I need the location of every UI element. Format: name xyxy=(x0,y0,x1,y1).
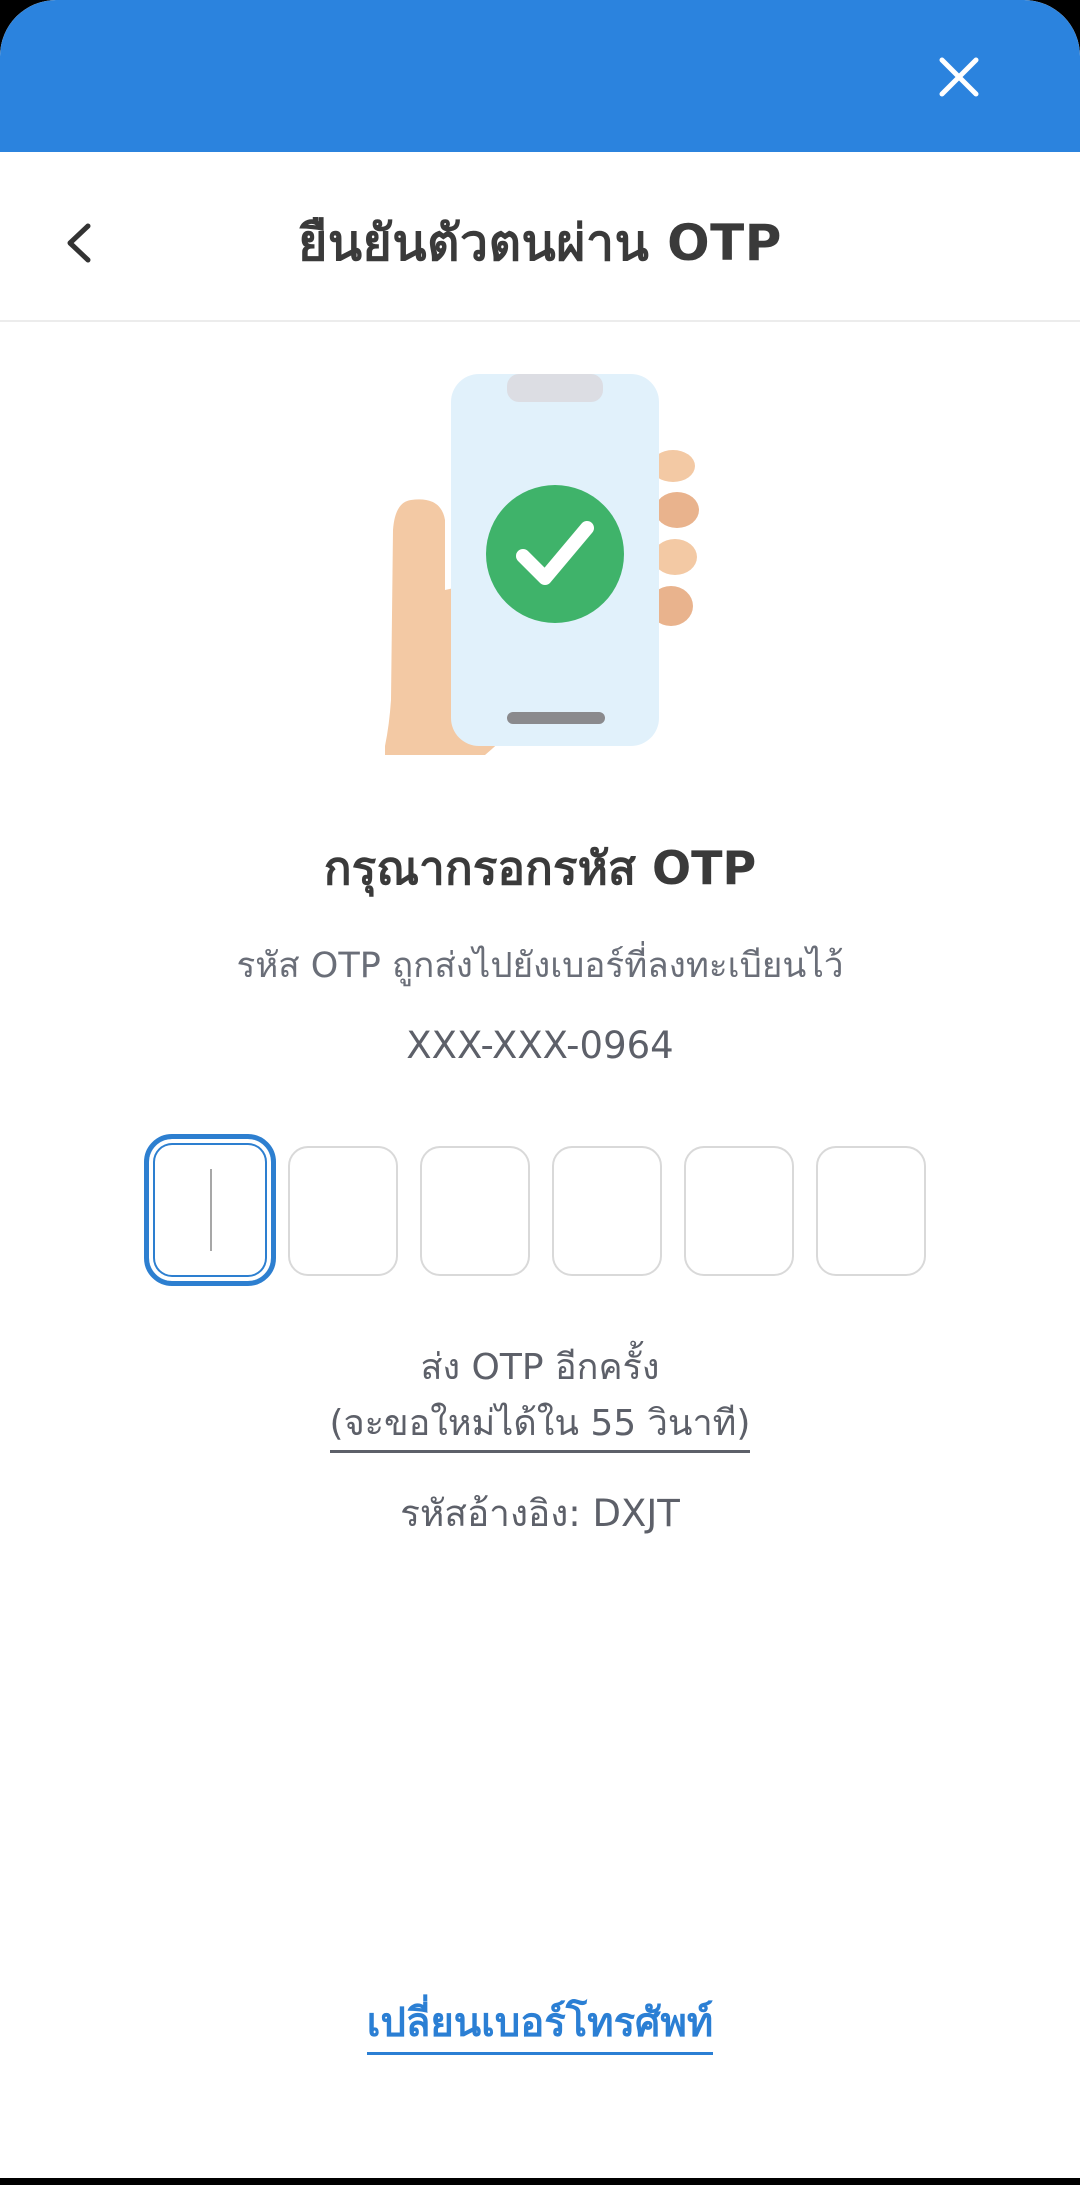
resend-countdown: (จะขอใหม่ได้ใน 55 วินาที) xyxy=(329,1398,751,1453)
page-header: ยืนยันตัวตนผ่าน OTP xyxy=(0,156,1080,322)
masked-phone-number: XXX-XXX-0964 xyxy=(406,1024,674,1067)
change-phone-link[interactable]: เปลี่ยนเบอร์โทรศัพท์ xyxy=(366,2000,714,2055)
page-title: ยืนยันตัวตนผ่าน OTP xyxy=(298,214,782,272)
resend-label: ส่ง OTP อีกครั้ง xyxy=(420,1347,660,1388)
otp-input-group xyxy=(144,1134,926,1286)
bottom-edge xyxy=(0,2178,1080,2185)
phone-check-illustration xyxy=(385,370,705,780)
otp-digit-6[interactable] xyxy=(816,1146,926,1276)
change-phone-container: เปลี่ยนเบอร์โทรศัพท์ xyxy=(0,1990,1080,2055)
otp-digit-3[interactable] xyxy=(420,1146,530,1276)
top-bar xyxy=(0,0,1080,152)
close-button[interactable] xyxy=(926,40,992,114)
text-caret xyxy=(210,1169,212,1251)
otp-sent-message: รหัส OTP ถูกส่งไปยังเบอร์ที่ลงทะเบียนไว้ xyxy=(236,946,844,986)
otp-screen: ยืนยันตัวตนผ่าน OTP กรุณากรอกรหัส OTP รห… xyxy=(0,0,1080,2185)
otp-digit-5[interactable] xyxy=(684,1146,794,1276)
resend-otp-button[interactable]: ส่ง OTP อีกครั้ง (จะขอใหม่ได้ใน 55 วินาท… xyxy=(0,1340,1080,1453)
otp-heading: กรุณากรอกรหัส OTP xyxy=(323,841,757,895)
reference-code: รหัสอ้างอิง: DXJT xyxy=(400,1492,680,1535)
otp-digit-4[interactable] xyxy=(552,1146,662,1276)
otp-digit-2[interactable] xyxy=(288,1146,398,1276)
close-icon xyxy=(939,57,979,97)
otp-digit-1[interactable] xyxy=(144,1134,276,1286)
